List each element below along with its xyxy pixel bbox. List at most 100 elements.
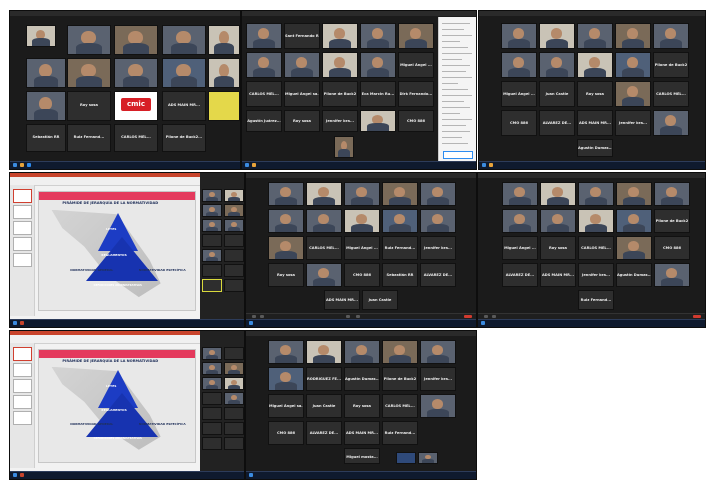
participant-video-tile[interactable] — [268, 182, 304, 206]
participant-video-tile[interactable] — [616, 236, 652, 260]
participant-video-tile[interactable] — [398, 23, 434, 49]
participant-video-tile[interactable] — [202, 219, 222, 232]
participant-video-tile[interactable] — [360, 23, 396, 49]
participant-name-tile[interactable]: Juan Castle — [362, 290, 398, 310]
participant-video-tile[interactable] — [334, 136, 354, 158]
participant-name-tile[interactable]: Sebastián RR — [382, 263, 418, 287]
participant-name-tile[interactable]: Agustín Dumas... — [344, 367, 380, 391]
participant-name-tile[interactable]: Jennifer bra... — [420, 236, 456, 260]
participant-video-tile[interactable] — [382, 182, 418, 206]
slide-thumbnail[interactable] — [13, 237, 32, 251]
participant-name-tile[interactable]: Agustín Juárez... — [246, 110, 282, 132]
slide-thumbnail[interactable] — [13, 379, 32, 393]
participant-name-tile[interactable] — [202, 264, 222, 277]
participant-name-tile[interactable]: Eca Marcin Ru... — [360, 81, 396, 107]
participant-video-tile[interactable] — [67, 58, 111, 88]
participant-video-tile[interactable] — [615, 52, 651, 78]
participant-video-tile[interactable] — [615, 23, 651, 49]
participant-video-tile[interactable] — [653, 110, 689, 136]
participant-video-tile[interactable] — [67, 25, 111, 55]
participant-video-tile[interactable] — [284, 52, 320, 78]
participant-name-tile[interactable] — [202, 407, 222, 420]
participant-name-tile[interactable]: Ruiz Fernand... — [382, 236, 418, 260]
participant-video-tile[interactable] — [322, 23, 358, 49]
slide-thumbnail[interactable] — [13, 189, 32, 203]
participant-video-tile[interactable] — [654, 263, 690, 287]
participant-video-tile[interactable] — [653, 23, 689, 49]
slide-canvas[interactable]: PIRÁMIDE DE JERARQUÍA DE LA NORMATIVIDAD… — [38, 191, 196, 311]
participant-video-tile[interactable] — [577, 52, 613, 78]
participant-name-tile[interactable] — [202, 279, 222, 292]
participant-video-tile[interactable] — [224, 392, 244, 405]
chat-panel[interactable] — [438, 17, 476, 163]
participant-video-tile[interactable] — [501, 52, 537, 78]
participant-name-tile[interactable]: ALVAREZ DE... — [306, 421, 342, 445]
participant-name-tile[interactable] — [224, 234, 244, 247]
participant-name-tile[interactable]: CMO 886 — [654, 236, 690, 260]
participant-name-tile[interactable]: Agustín Dumas... — [616, 263, 652, 287]
share-thumbnail[interactable] — [396, 452, 416, 464]
zoom-icon[interactable] — [27, 163, 31, 167]
participant-image-tile[interactable] — [208, 91, 240, 121]
participant-name-tile[interactable]: Juan Castle — [306, 394, 342, 418]
share-screen-button[interactable] — [346, 315, 350, 318]
folder-icon[interactable] — [20, 163, 24, 167]
participant-name-tile[interactable] — [202, 234, 222, 247]
participant-name-tile[interactable] — [224, 437, 244, 450]
participant-video-tile[interactable] — [306, 263, 342, 287]
start-icon[interactable] — [13, 163, 17, 167]
participant-video-tile[interactable] — [26, 91, 66, 121]
participant-video-tile[interactable] — [202, 347, 222, 360]
participant-name-tile[interactable]: Agustín Dumas... — [577, 139, 613, 157]
slide-thumbnail[interactable] — [13, 347, 32, 361]
participant-name-tile[interactable]: Roy sosa — [284, 110, 320, 132]
participant-name-tile[interactable]: Miguel Ángel ... — [502, 236, 538, 260]
start-icon[interactable] — [249, 473, 253, 477]
participant-name-tile[interactable]: Ruiz Fernand... — [382, 421, 418, 445]
participant-name-tile[interactable] — [224, 422, 244, 435]
slide-thumbnail[interactable] — [13, 253, 32, 267]
participant-name-tile[interactable]: Miguel Ángel sa... — [268, 394, 304, 418]
participant-video-tile[interactable] — [306, 182, 342, 206]
participant-video-tile[interactable] — [26, 25, 56, 47]
participant-name-tile[interactable]: Roy sosa — [67, 91, 111, 121]
participant-video-tile[interactable] — [540, 182, 576, 206]
participant-video-tile[interactable] — [202, 204, 222, 217]
participant-name-tile[interactable]: Ruiz Fernand... — [578, 290, 614, 310]
participant-name-tile[interactable] — [224, 249, 244, 262]
participant-logo-tile[interactable]: cmic — [114, 91, 158, 121]
participant-name-tile[interactable]: CARLOS MEL... — [653, 81, 689, 107]
participant-video-tile[interactable] — [577, 23, 613, 49]
participant-video-tile[interactable] — [246, 52, 282, 78]
participant-video-tile[interactable] — [344, 209, 380, 233]
participant-name-tile[interactable]: Miguel mosta... — [344, 448, 380, 464]
participant-video-tile[interactable] — [246, 23, 282, 49]
start-icon[interactable] — [13, 321, 17, 325]
participant-name-tile[interactable] — [202, 392, 222, 405]
participant-video-tile[interactable] — [26, 58, 66, 88]
participant-video-tile[interactable] — [420, 182, 456, 206]
participant-name-tile[interactable]: CMO 886 — [268, 421, 304, 445]
participant-video-tile[interactable] — [268, 340, 304, 364]
participant-name-tile[interactable]: Sebastián RR — [26, 124, 66, 152]
participant-name-tile[interactable]: ADS MAIN MR... — [344, 421, 380, 445]
participant-name-tile[interactable]: CARLOS MEL... — [306, 236, 342, 260]
start-icon[interactable] — [481, 321, 485, 325]
participant-name-tile[interactable]: CARLOS MEL... — [246, 81, 282, 107]
end-meeting-button[interactable] — [464, 315, 472, 318]
participant-video-tile[interactable] — [578, 209, 614, 233]
participant-name-tile[interactable]: Miguel Ángel ... — [398, 52, 434, 78]
start-icon[interactable] — [245, 163, 249, 167]
participant-name-tile[interactable]: Roy sosa — [268, 263, 304, 287]
participant-video-tile[interactable] — [539, 23, 575, 49]
participant-video-tile[interactable] — [224, 204, 244, 217]
participant-name-tile[interactable] — [224, 279, 244, 292]
participant-video-tile[interactable] — [306, 340, 342, 364]
participant-video-tile[interactable] — [360, 52, 396, 78]
participant-name-tile[interactable]: Roy sosa — [577, 81, 613, 107]
participant-name-tile[interactable]: Pilone de Buck2 — [653, 52, 689, 78]
participant-video-tile[interactable] — [420, 340, 456, 364]
participant-video-tile[interactable] — [502, 182, 538, 206]
start-icon[interactable] — [13, 473, 17, 477]
slide-thumbnail[interactable] — [13, 363, 32, 377]
